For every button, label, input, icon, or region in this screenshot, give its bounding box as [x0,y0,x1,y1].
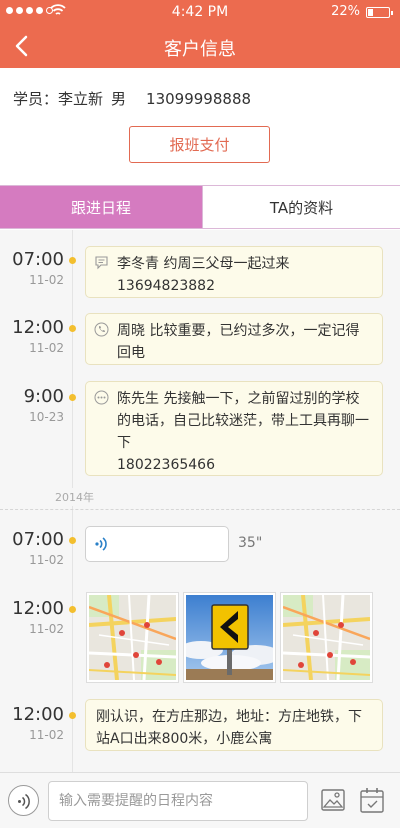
timeline-dot [69,257,76,264]
entry-date: 11-02 [29,341,64,355]
battery-percent: 22% [331,4,360,19]
entry-date: 11-02 [29,273,64,287]
student-name: 李立新 [58,90,104,108]
entry-time: 12:00 [12,704,64,725]
entry-time: 12:00 [12,598,64,619]
map-thumbnail[interactable] [86,592,179,683]
tab-bar: 跟进日程 TA的资料 [0,185,400,229]
timeline-dot [69,712,76,719]
tab-profile[interactable]: TA的资料 [202,186,400,228]
calendar-icon[interactable] [360,787,384,813]
student-summary: 学员：李立新男 13099998888 [13,88,259,109]
entry-time: 12:00 [12,317,64,338]
entry-date: 10-23 [29,410,64,424]
map-thumbnail[interactable] [280,592,373,683]
voice-input-button[interactable] [8,785,39,816]
student-label: 学员： [13,90,59,108]
entry-time: 07:00 [12,529,64,550]
image-icon[interactable] [321,789,345,811]
timeline-dot [69,537,76,544]
voice-message[interactable] [85,526,229,562]
chat-bubble-icon [95,256,108,270]
note-text: 刚认识，在方庄那边，地址：方庄地铁，下站A口出来800米，小鹿公寓 [96,709,362,747]
timeline-dot [69,325,76,332]
student-info-panel: 学员：李立新男 13099998888 报班支付 [0,68,400,185]
note-text: 周晓 比较重要，已约过多次，一定记得回电 [117,323,360,361]
entry-date: 11-02 [29,728,64,742]
schedule-input[interactable] [48,781,308,821]
battery-icon [366,7,393,18]
page-title: 客户信息 [164,39,236,60]
phone-icon [94,322,109,337]
entry-time: 9:00 [23,386,64,407]
voice-wave-icon [95,537,107,551]
student-phone: 13099998888 [146,90,252,108]
entry-date: 11-02 [29,553,64,567]
input-bar [0,772,400,828]
note-text: 李冬青 约周三父母一起过来 13694823882 [117,256,290,294]
road-sign-photo[interactable] [183,592,276,683]
voice-duration: 35" [238,535,263,551]
note-bubble[interactable]: 周晓 比较重要，已约过多次，一定记得回电 [85,313,383,365]
year-label: 2014年 [53,488,96,506]
note-bubble[interactable]: 刚认识，在方庄那边，地址：方庄地铁，下站A口出来800米，小鹿公寓 [85,699,383,751]
nav-bar: 客户信息 [0,24,400,68]
note-bubble[interactable]: 李冬青 约周三父母一起过来 13694823882 [85,246,383,298]
tab-follow-up-schedule[interactable]: 跟进日程 [0,186,202,228]
more-dots-icon [94,390,109,405]
enroll-pay-button[interactable]: 报班支付 [129,126,270,163]
timeline-dot [69,606,76,613]
timeline[interactable]: 07:00 11-02 李冬青 约周三父母一起过来 13694823882 12… [0,230,400,772]
year-divider [0,509,400,510]
timeline-dot [69,394,76,401]
entry-time: 07:00 [12,249,64,270]
status-bar: 4:42 PM 22% [0,0,400,24]
note-text: 陈先生 先接触一下，之前留过别的学校的电话，自己比较迷茫，带上工具再聊一下 18… [117,391,369,473]
entry-date: 11-02 [29,622,64,636]
student-gender: 男 [111,90,127,108]
note-bubble[interactable]: 陈先生 先接触一下，之前留过别的学校的电话，自己比较迷茫，带上工具再聊一下 18… [85,381,383,476]
voice-wave-icon [18,793,30,810]
